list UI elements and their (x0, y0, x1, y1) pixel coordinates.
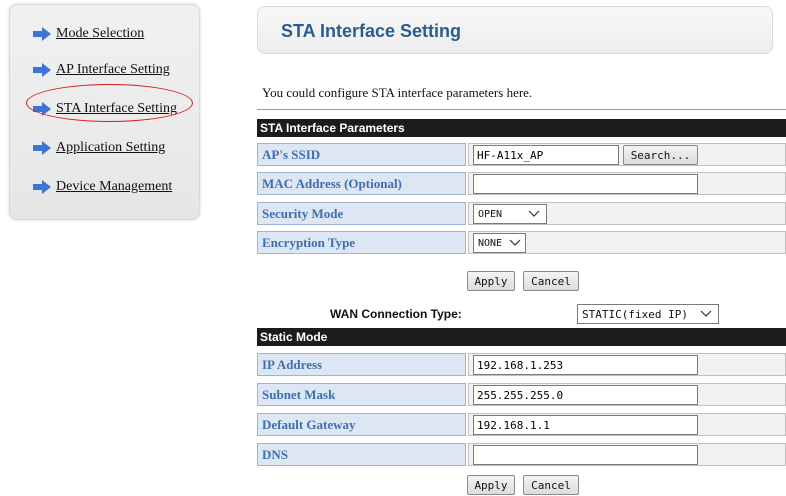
sidebar-item-label: Mode Selection (56, 26, 145, 41)
subnet-mask-input[interactable] (473, 385, 698, 405)
cancel-button[interactable]: Cancel (523, 271, 579, 291)
ip-address-input[interactable] (473, 355, 698, 375)
encryption-type-select[interactable]: NONE (473, 233, 526, 253)
static-section-header: Static Mode (257, 328, 786, 346)
page-header: STA Interface Setting (257, 6, 773, 54)
security-mode-label: Security Mode (257, 202, 466, 225)
ssid-label: AP's SSID (257, 143, 466, 166)
page-title: STA Interface Setting (281, 21, 462, 41)
search-button[interactable]: Search... (623, 145, 698, 165)
arrow-right-icon (33, 180, 51, 194)
default-gateway-label: Default Gateway (257, 413, 466, 436)
sidebar-item-ap-interface[interactable]: AP Interface Setting (33, 60, 170, 80)
security-mode-value: OPEN (478, 208, 503, 220)
default-gateway-input[interactable] (473, 415, 698, 435)
mac-input[interactable] (473, 174, 698, 194)
divider (257, 109, 786, 110)
chevron-down-icon (509, 239, 521, 246)
ip-address-label: IP Address (257, 353, 466, 376)
arrow-right-icon (33, 63, 51, 77)
dns-label: DNS (257, 443, 466, 466)
sidebar-item-label: Device Management (56, 179, 173, 194)
sidebar-item-device-management[interactable]: Device Management (33, 177, 172, 197)
chevron-down-icon (700, 310, 712, 317)
sidebar-item-application[interactable]: Application Setting (33, 138, 165, 158)
sta-section-header: STA Interface Parameters (257, 119, 786, 137)
wan-connection-type-label: WAN Connection Type: (330, 307, 462, 321)
encryption-type-value: NONE (478, 237, 503, 249)
wan-connection-type-value: STATIC(fixed IP) (582, 307, 688, 321)
arrow-right-icon (33, 27, 51, 41)
encryption-type-label: Encryption Type (257, 231, 466, 254)
sidebar-item-mode-selection[interactable]: Mode Selection (33, 24, 144, 44)
apply-button[interactable]: Apply (467, 271, 515, 291)
dns-input[interactable] (473, 445, 698, 465)
highlight-circle (26, 84, 193, 122)
wan-connection-type-select[interactable]: STATIC(fixed IP) (577, 304, 719, 324)
cancel-button[interactable]: Cancel (523, 475, 579, 495)
arrow-right-icon (33, 141, 51, 155)
chevron-down-icon (528, 210, 540, 217)
sidebar-item-label: AP Interface Setting (56, 62, 170, 77)
mac-label: MAC Address (Optional) (257, 172, 466, 195)
subnet-mask-label: Subnet Mask (257, 383, 466, 406)
page-description: You could configure STA interface parame… (262, 85, 533, 100)
sidebar-item-label: Application Setting (56, 140, 166, 155)
apply-button[interactable]: Apply (467, 475, 515, 495)
ssid-input[interactable] (473, 145, 619, 165)
security-mode-select[interactable]: OPEN (473, 204, 547, 224)
